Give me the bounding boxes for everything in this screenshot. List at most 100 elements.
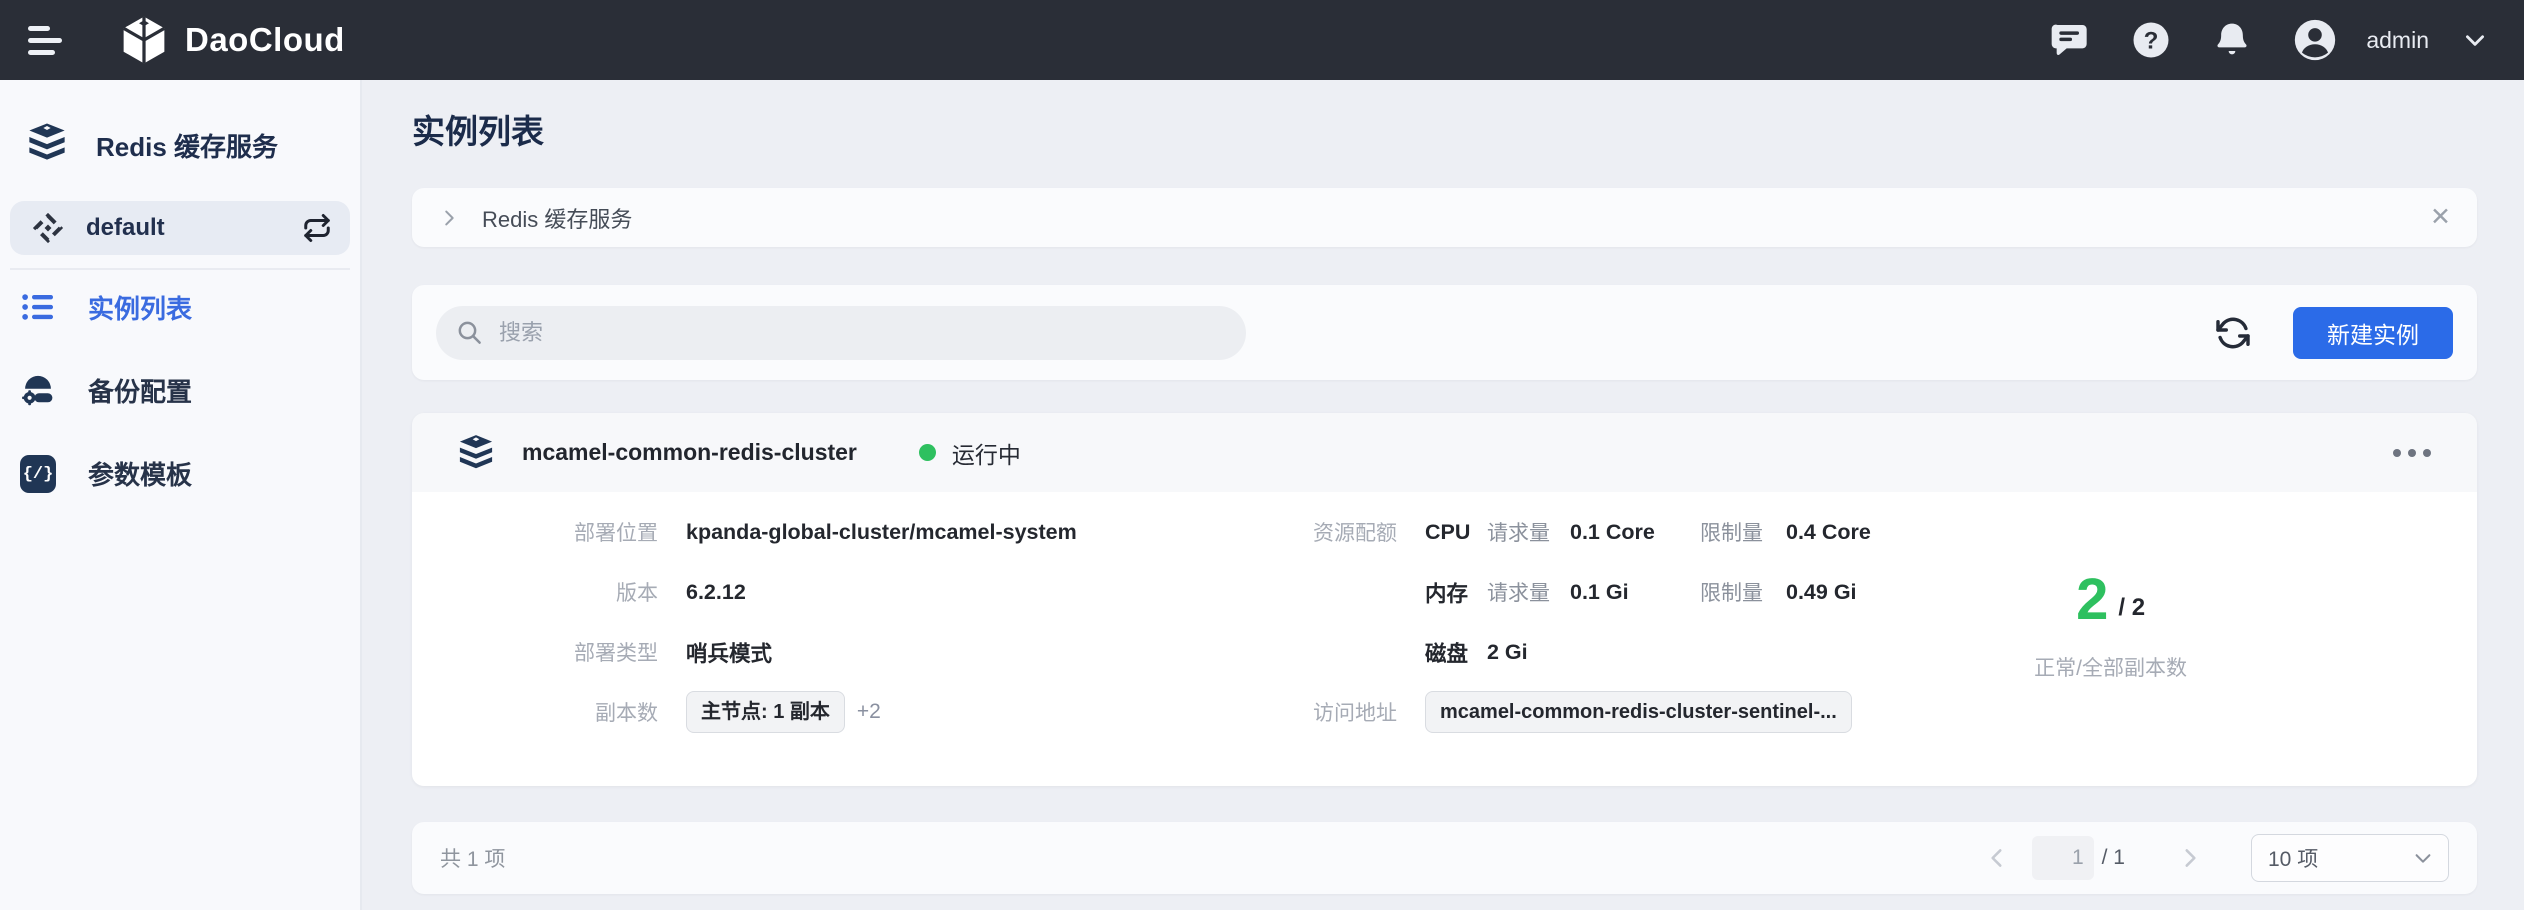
sidebar-item-label: 参数模板 — [88, 455, 192, 492]
replica-summary: 2 / 2 正常/全部副本数 — [2034, 502, 2187, 742]
search-icon — [456, 319, 483, 346]
toolbar-actions: 新建实例 — [2215, 307, 2453, 359]
sidebar-item-backup-config[interactable]: 备份配置 — [10, 357, 350, 423]
list-footer: 共 1 项 / 1 10 项 — [412, 822, 2477, 894]
sidebar-item-param-template[interactable]: {/} 参数模板 — [10, 440, 350, 506]
app-title: Redis 缓存服务 — [96, 127, 278, 164]
list-icon — [20, 289, 56, 325]
sidebar-item-instance-list[interactable]: 实例列表 — [10, 274, 350, 340]
disk-value: 2 Gi — [1487, 640, 1528, 665]
detail-row: 版本 6.2.12 — [440, 562, 1185, 622]
instance-card-body: 部署位置 kpanda-global-cluster/mcamel-system… — [412, 492, 2477, 786]
sidebar-item-label: 备份配置 — [88, 372, 192, 409]
more-actions-icon[interactable] — [2389, 439, 2435, 467]
user-avatar-icon[interactable] — [2293, 18, 2337, 62]
total-count: 共 1 项 — [440, 843, 505, 873]
instance-resources: 资源配额 CPU 请求量 0.1 Core 限制量 0.4 Core 内存 请求… — [1301, 502, 1871, 742]
page-number-input[interactable] — [2032, 836, 2094, 880]
resource-name: 内存 — [1425, 577, 1487, 608]
request-label: 请求量 — [1487, 577, 1570, 607]
replica-count: 2 / 2 — [2076, 574, 2145, 626]
instance-card-header: mcamel-common-redis-cluster 运行中 — [412, 413, 2477, 492]
detail-label: 副本数 — [440, 697, 658, 727]
deploy-location-value: kpanda-global-cluster/mcamel-system — [686, 520, 1077, 545]
status-badge: 运行中 — [919, 436, 1021, 470]
topbar-actions: ? admin — [2050, 18, 2488, 62]
memory-request-value: 0.1 Gi — [1570, 580, 1700, 605]
memory-limit-value: 0.49 Gi — [1786, 580, 1857, 605]
select-chevron-down-icon — [2412, 847, 2434, 869]
sidebar-divider — [10, 268, 350, 270]
breadcrumb: Redis 缓存服务 — [482, 202, 632, 234]
menu-toggle-icon[interactable] — [28, 26, 62, 55]
redis-instance-icon — [455, 432, 497, 474]
detail-row: 部署类型 哨兵模式 — [440, 622, 1185, 682]
status-label: 运行中 — [952, 436, 1021, 470]
limit-label: 限制量 — [1700, 517, 1786, 547]
breadcrumb-expand-chevron-icon[interactable] — [438, 207, 460, 229]
banner-close-icon[interactable]: ✕ — [2430, 205, 2451, 230]
resource-name: CPU — [1425, 520, 1487, 545]
instance-card: mcamel-common-redis-cluster 运行中 部署位置 kpa… — [412, 413, 2477, 786]
detail-label: 部署位置 — [440, 517, 658, 547]
replica-ready-count: 2 — [2076, 574, 2108, 626]
search-box[interactable] — [436, 306, 1246, 360]
version-value: 6.2.12 — [686, 580, 746, 605]
breadcrumb-banner: Redis 缓存服务 ✕ — [412, 188, 2477, 247]
workspace-switch-icon[interactable] — [302, 213, 332, 243]
instance-name[interactable]: mcamel-common-redis-cluster — [522, 439, 857, 466]
search-input[interactable] — [497, 319, 1226, 347]
page-size-select[interactable]: 10 项 — [2251, 834, 2449, 882]
toolbar: 新建实例 — [412, 285, 2477, 380]
replica-caption: 正常/全部副本数 — [2034, 652, 2187, 682]
access-address-tag[interactable]: mcamel-common-redis-cluster-sentinel-... — [1425, 691, 1852, 733]
resource-row: 资源配额 CPU 请求量 0.1 Core 限制量 0.4 Core — [1301, 502, 1871, 562]
status-dot-icon — [919, 444, 936, 461]
workspace-selector[interactable]: default — [10, 201, 350, 255]
user-menu-chevron-down-icon[interactable] — [2462, 27, 2488, 53]
cpu-limit-value: 0.4 Core — [1786, 520, 1871, 545]
redis-app-icon — [24, 120, 70, 171]
sidebar-menu: 实例列表 备份配置 {/} — [10, 274, 350, 506]
create-instance-button[interactable]: 新建实例 — [2293, 307, 2453, 359]
workspace-name: default — [86, 214, 280, 242]
detail-row: 部署位置 kpanda-global-cluster/mcamel-system — [440, 502, 1185, 562]
main-content: 实例列表 Redis 缓存服务 ✕ — [362, 80, 2524, 910]
resource-row: 磁盘 2 Gi — [1301, 622, 1871, 682]
backup-icon — [20, 372, 56, 408]
refresh-icon[interactable] — [2215, 315, 2251, 351]
message-icon[interactable] — [2050, 20, 2090, 60]
topbar: DaoCloud ? — [0, 0, 2524, 80]
replica-tag: 主节点: 1 副本 — [686, 691, 845, 733]
notification-bell-icon[interactable] — [2212, 20, 2252, 60]
sidebar: Redis 缓存服务 default — [0, 80, 362, 910]
svg-text:?: ? — [2144, 27, 2159, 54]
detail-label: 版本 — [440, 577, 658, 607]
detail-row: 副本数 主节点: 1 副本 +2 — [440, 682, 1185, 742]
pagination: / 1 10 项 — [1984, 834, 2449, 882]
username[interactable]: admin — [2366, 27, 2429, 54]
resource-name: 磁盘 — [1425, 637, 1487, 668]
daocloud-logo[interactable]: DaoCloud — [118, 14, 345, 66]
access-row: 访问地址 mcamel-common-redis-cluster-sentine… — [1301, 682, 1871, 742]
product-name: DaoCloud — [185, 21, 345, 59]
replica-total-count: / 2 — [2118, 594, 2145, 622]
sidebar-app-header: Redis 缓存服务 — [10, 80, 350, 171]
page-title: 实例列表 — [412, 112, 2477, 152]
daocloud-logo-icon — [118, 14, 170, 66]
resource-label: 资源配额 — [1301, 517, 1397, 547]
next-page-chevron-icon[interactable] — [2177, 845, 2203, 871]
limit-label: 限制量 — [1700, 577, 1786, 607]
replica-tag-more[interactable]: +2 — [857, 700, 881, 724]
help-icon[interactable]: ? — [2131, 20, 2171, 60]
page-total: / 1 — [2102, 846, 2125, 870]
deploy-type-value: 哨兵模式 — [686, 637, 772, 668]
braces-icon: {/} — [20, 455, 56, 491]
prev-page-chevron-icon[interactable] — [1984, 845, 2010, 871]
page-size-value: 10 项 — [2268, 843, 2318, 873]
resource-row: 内存 请求量 0.1 Gi 限制量 0.49 Gi — [1301, 562, 1871, 622]
instance-details: 部署位置 kpanda-global-cluster/mcamel-system… — [440, 502, 1185, 742]
detail-label: 部署类型 — [440, 637, 658, 667]
workspace-icon — [32, 212, 64, 244]
sidebar-item-label: 实例列表 — [88, 289, 192, 326]
